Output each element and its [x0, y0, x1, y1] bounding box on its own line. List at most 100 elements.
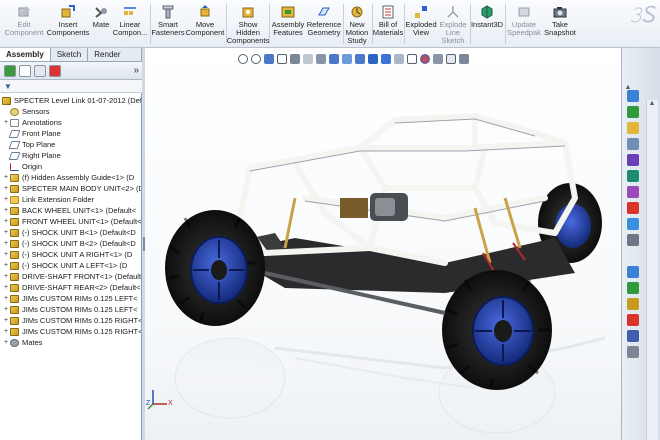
instant3d-button[interactable]: Instant3D — [470, 2, 504, 46]
hide-show-items-icon[interactable] — [329, 53, 339, 64]
zoom-to-fit-icon[interactable] — [238, 53, 248, 64]
feature-tree-filter[interactable]: ▼ — [0, 80, 142, 93]
edit-component-button[interactable]: Edit Component — [4, 2, 44, 46]
tree-item[interactable]: + BACK WHEEL UNIT<1> (Default< — [2, 205, 136, 216]
tree-item[interactable]: + FRONT WHEEL UNIT<1> (Default< — [2, 216, 141, 227]
tree-item[interactable]: Top Plane — [2, 139, 55, 150]
tree-item[interactable]: Right Plane — [2, 150, 61, 161]
tree-item[interactable]: + DRIVE-SHAFT FRONT<1> (Default — [2, 271, 141, 282]
tree-item[interactable]: Sensors — [2, 106, 50, 117]
tab-sketch[interactable]: Sketch — [50, 48, 89, 61]
take-snapshot-button[interactable]: Take Snapshot — [542, 2, 578, 46]
feature-manager-tab-icon[interactable] — [4, 64, 16, 77]
previous-view-icon[interactable] — [264, 53, 274, 64]
custom-properties-icon[interactable] — [627, 170, 639, 182]
measure-icon[interactable] — [627, 282, 639, 294]
show-hidden-components-button[interactable]: Show Hidden Components — [227, 2, 269, 46]
tree-item[interactable]: + DRIVE-SHAFT REAR<2> (Default< — [2, 282, 141, 293]
tree-item[interactable]: + (-) SHOCK UNIT B<1> (Default<D — [2, 227, 136, 238]
appearances-icon[interactable] — [627, 154, 639, 166]
tree-root[interactable]: SPECTER Level Link 01-07-2012 (Defa — [2, 95, 141, 106]
sigma-icon[interactable] — [627, 186, 639, 198]
tree-item[interactable]: + Annotations — [2, 117, 62, 128]
camera-view-icon[interactable] — [446, 53, 456, 64]
tree-item[interactable]: + JIMs CUSTOM RIMs 0.125 LEFT< — [2, 304, 138, 315]
new-motion-study-button[interactable]: New Motion Study — [343, 2, 371, 46]
expand-icon[interactable]: + — [2, 227, 10, 238]
explode-line-sketch-button[interactable]: Explode Line Sketch — [437, 2, 469, 46]
tree-item[interactable]: + Link Extension Folder — [2, 194, 94, 205]
funnel-icon[interactable]: ▼ — [4, 82, 12, 91]
reference-geometry-button[interactable]: Reference Geometry — [306, 2, 342, 46]
tab-render-tools[interactable]: Render Tools — [88, 48, 142, 72]
file-explorer-icon[interactable] — [627, 122, 639, 134]
expand-icon[interactable]: + — [2, 337, 10, 348]
tree-item[interactable]: Origin — [2, 161, 42, 172]
solidworks-resources-icon[interactable] — [627, 90, 639, 102]
apply-scene-icon[interactable] — [355, 53, 365, 64]
mate-button[interactable]: Mate — [90, 2, 112, 46]
expand-icon[interactable]: + — [2, 249, 10, 260]
move-component-button[interactable]: Move Component — [186, 2, 224, 46]
ambient-occlusion-icon[interactable] — [407, 53, 417, 64]
view-orientation-icon[interactable] — [303, 53, 313, 64]
update-speedpak-button[interactable]: Update Speedpak — [506, 2, 542, 46]
design-library-icon[interactable] — [627, 106, 639, 118]
insert-components-button[interactable]: Insert Components — [46, 2, 90, 46]
expand-icon[interactable]: + — [2, 117, 10, 128]
expand-icon[interactable]: + — [2, 326, 10, 337]
expand-icon[interactable]: + — [2, 205, 10, 216]
layers-icon[interactable] — [627, 234, 639, 246]
zoom-to-area-icon[interactable] — [251, 53, 261, 64]
tree-item[interactable]: + Mates — [2, 337, 42, 348]
mates-panel-icon[interactable] — [627, 266, 639, 278]
expand-icon[interactable]: + — [2, 293, 10, 304]
task-pane-scrollbar[interactable] — [646, 100, 658, 440]
realview-icon[interactable] — [381, 53, 391, 64]
tree-item[interactable]: + (f) Hidden Assembly Guide<1> (D — [2, 172, 134, 183]
expand-icon[interactable]: + — [2, 183, 10, 194]
mass-properties-icon[interactable] — [627, 298, 639, 310]
exploded-view-button[interactable]: Exploded View — [405, 2, 437, 46]
cloud-icon[interactable] — [627, 218, 639, 230]
dynamic-annotation-icon[interactable] — [290, 53, 300, 64]
scroll-up-arrow-icon[interactable]: ▲ — [648, 100, 656, 108]
tree-item[interactable]: + JIMs CUSTOM RIMs 0.125 RIGHT< — [2, 315, 141, 326]
cartoon-icon[interactable] — [433, 53, 443, 64]
section-view-icon[interactable] — [277, 53, 287, 64]
linear-pattern-button[interactable]: Linear Compon... — [112, 2, 148, 46]
view-settings-icon[interactable] — [368, 53, 378, 64]
expand-icon[interactable]: + — [2, 216, 10, 227]
shadows-icon[interactable] — [394, 53, 404, 64]
bill-of-materials-button[interactable]: Bill of Materials — [373, 2, 403, 46]
tree-item[interactable]: + SPECTER MAIN BODY UNIT<2> (D — [2, 183, 141, 194]
grey-cube-icon[interactable] — [627, 346, 639, 358]
tab-assembly[interactable]: Assembly — [0, 48, 51, 61]
chevron-right-icon[interactable]: » — [133, 65, 139, 76]
view-palette-icon[interactable] — [627, 138, 639, 150]
tree-item[interactable]: + (-) SHOCK UNIT B<2> (Default<D — [2, 238, 136, 249]
red-shield-icon[interactable] — [627, 314, 639, 326]
display-style-icon[interactable] — [316, 53, 326, 64]
tree-item[interactable]: + JIMs CUSTOM RIMs 0.125 LEFT< — [2, 293, 138, 304]
edit-appearance-icon[interactable] — [342, 53, 352, 64]
expand-icon[interactable]: + — [2, 260, 10, 271]
perspective-icon[interactable] — [420, 53, 430, 64]
expand-icon[interactable]: + — [2, 282, 10, 293]
tree-item[interactable]: + (-) SHOCK UNIT A RIGHT<1> (D — [2, 249, 132, 260]
graphics-area[interactable]: Z X — [145, 48, 621, 440]
toolbox-icon[interactable] — [627, 202, 639, 214]
configuration-manager-tab-icon[interactable] — [34, 64, 46, 77]
property-manager-tab-icon[interactable] — [19, 64, 31, 77]
expand-icon[interactable]: + — [2, 238, 10, 249]
tree-item[interactable]: + (-) SHOCK UNIT A LEFT<1> (D — [2, 260, 127, 271]
display-manager-tab-icon[interactable] — [49, 64, 61, 77]
assembly-features-button[interactable]: Assembly Features — [270, 2, 306, 46]
expand-icon[interactable]: + — [2, 271, 10, 282]
smart-fasteners-button[interactable]: Smart Fasteners — [151, 2, 185, 46]
expand-icon[interactable]: + — [2, 304, 10, 315]
expand-icon[interactable]: + — [2, 315, 10, 326]
expand-icon[interactable]: + — [2, 172, 10, 183]
blue-cube-icon[interactable] — [627, 330, 639, 342]
display-pane-icon[interactable] — [459, 53, 469, 64]
